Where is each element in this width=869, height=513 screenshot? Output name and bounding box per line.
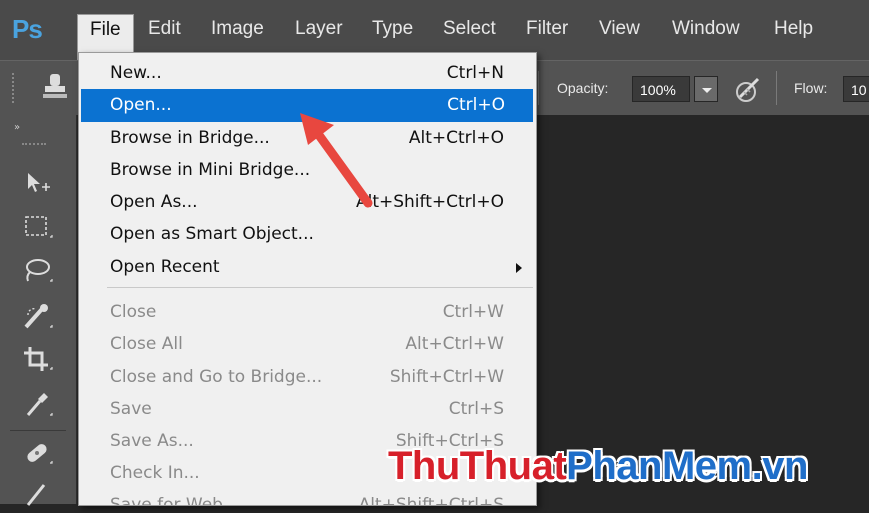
- lasso-tool-icon[interactable]: [20, 255, 54, 287]
- photoshop-logo: Ps: [12, 14, 43, 44]
- menu-edit[interactable]: Edit: [136, 14, 193, 44]
- opacity-label: Opacity:: [557, 80, 609, 96]
- quick-selection-tool-icon[interactable]: [20, 301, 54, 333]
- menu-item-close[interactable]: Close Ctrl+W: [79, 296, 534, 329]
- menu-item-save-for-web[interactable]: Save for Web... Alt+Shift+Ctrl+S: [79, 489, 534, 505]
- flow-label: Flow:: [794, 80, 828, 96]
- menu-filter[interactable]: Filter: [514, 14, 580, 44]
- menu-item-close-all[interactable]: Close All Alt+Ctrl+W: [79, 328, 534, 361]
- panel-grip[interactable]: [22, 143, 46, 147]
- eyedropper-tool-icon[interactable]: [20, 389, 54, 421]
- panel-collapse-icon[interactable]: »: [14, 122, 20, 133]
- menu-item-save[interactable]: Save Ctrl+S: [79, 393, 534, 426]
- menu-item-open-recent[interactable]: Open Recent: [79, 251, 534, 284]
- menu-item-open-as-smart-object[interactable]: Open as Smart Object...: [79, 218, 534, 251]
- menu-view[interactable]: View: [587, 14, 652, 44]
- opacity-dropdown-icon[interactable]: [694, 76, 718, 102]
- menu-image[interactable]: Image: [199, 14, 276, 44]
- move-tool-icon[interactable]: [20, 167, 54, 199]
- menu-layer[interactable]: Layer: [283, 14, 355, 44]
- tools-panel: »: [0, 115, 77, 506]
- healing-brush-tool-icon[interactable]: [20, 437, 54, 469]
- menu-help[interactable]: Help: [762, 14, 825, 44]
- toolbar-separator: [538, 71, 539, 105]
- pointer-arrow-icon: [300, 113, 373, 208]
- submenu-arrow-icon: [516, 263, 522, 273]
- airbrush-pressure-icon[interactable]: [734, 75, 764, 105]
- menu-separator: [107, 287, 533, 288]
- opacity-field[interactable]: 100%: [632, 76, 690, 102]
- menu-item-new[interactable]: New... Ctrl+N: [79, 57, 534, 90]
- flow-field[interactable]: 10: [843, 76, 869, 102]
- brush-tool-icon[interactable]: [20, 477, 54, 509]
- toolbar-grip[interactable]: [12, 73, 17, 103]
- tools-divider: [10, 430, 66, 431]
- marquee-tool-icon[interactable]: [20, 211, 54, 243]
- menu-item-close-and-go-to-bridge[interactable]: Close and Go to Bridge... Shift+Ctrl+W: [79, 361, 534, 394]
- crop-tool-icon[interactable]: [20, 343, 54, 375]
- watermark-logo: ThuThuatPhanMem.vn: [388, 444, 808, 488]
- menu-type[interactable]: Type: [360, 14, 425, 44]
- menu-window[interactable]: Window: [660, 14, 752, 44]
- clone-stamp-icon[interactable]: [42, 72, 68, 102]
- toolbar-separator: [776, 71, 777, 105]
- menu-select[interactable]: Select: [431, 14, 508, 44]
